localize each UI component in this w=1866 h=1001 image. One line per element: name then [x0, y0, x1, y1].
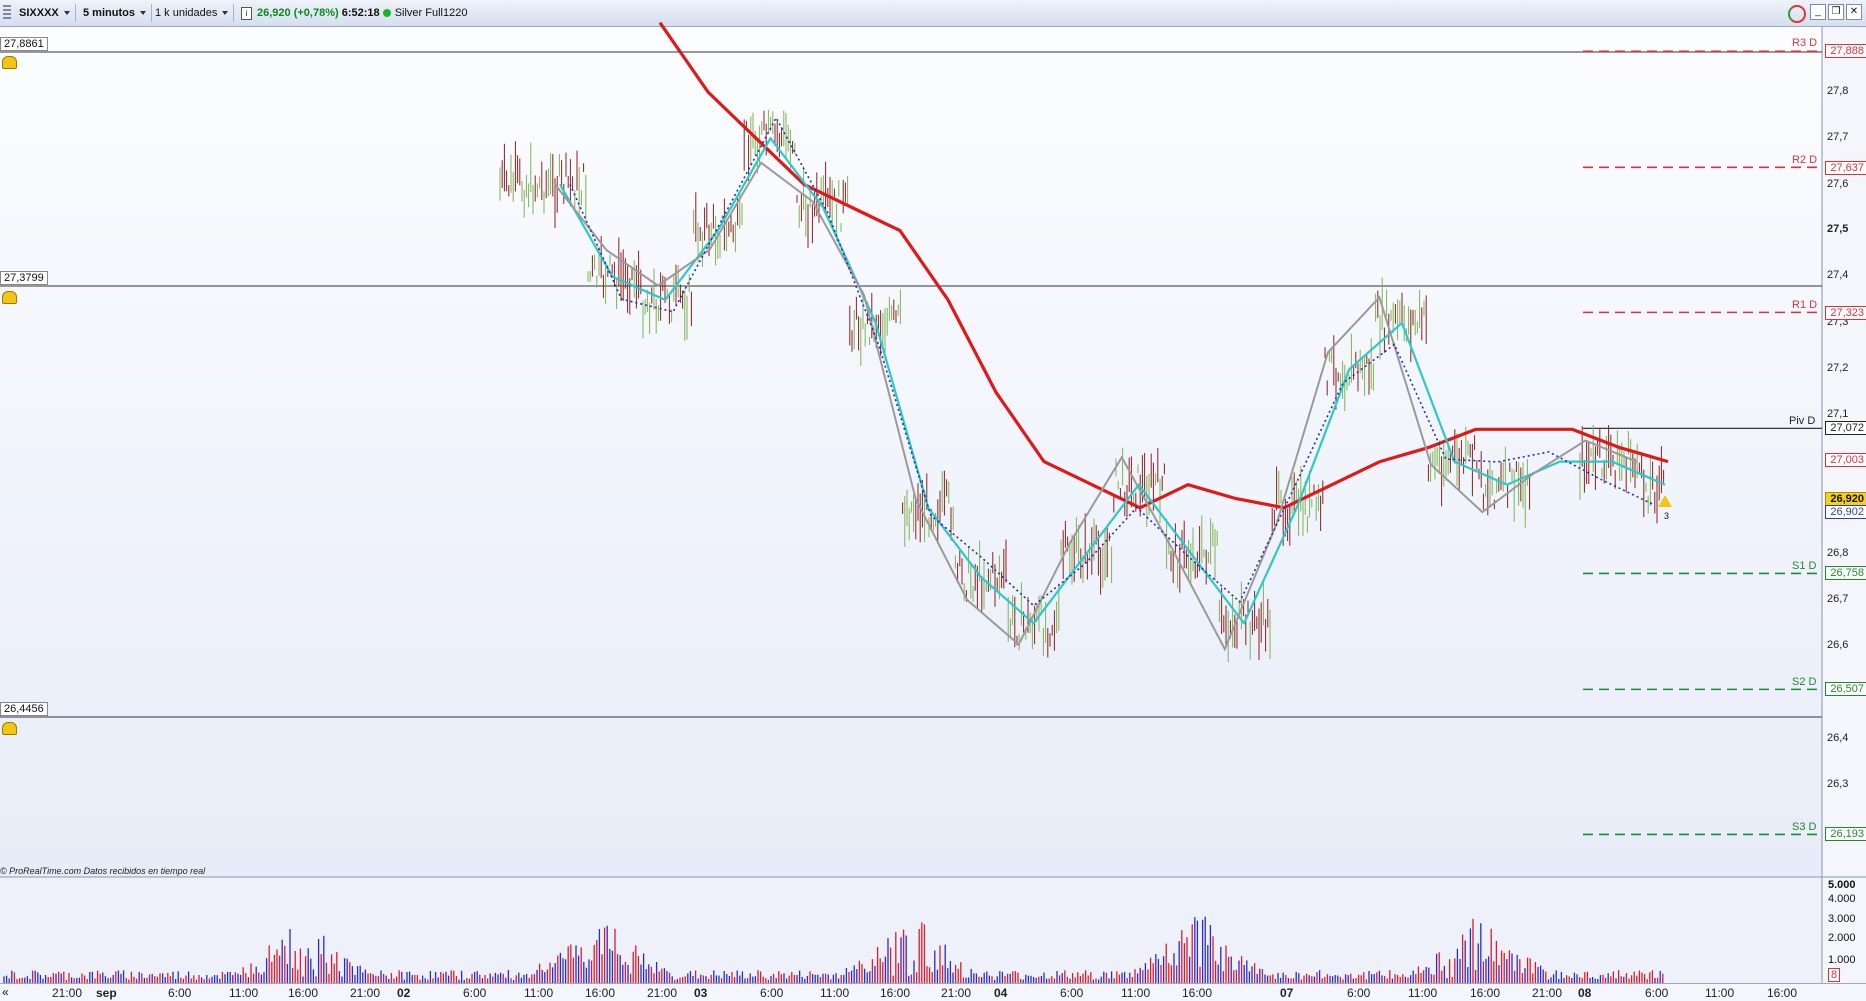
x-axis-label: 16:00: [880, 986, 911, 1000]
alert-bell-icon[interactable]: [2, 56, 17, 69]
x-axis-label: 08: [1578, 986, 1592, 1000]
y-tick: 27,7: [1827, 131, 1849, 143]
x-axis-label: 16:00: [585, 986, 616, 1000]
x-axis-label: 11:00: [1705, 986, 1735, 1000]
hline-label-1[interactable]: 27,8861: [0, 37, 48, 51]
price-tag-blue: 26,902: [1825, 505, 1866, 519]
y-tick: 27,2: [1827, 362, 1849, 374]
price-tag-red-ma: 27,003: [1825, 453, 1866, 467]
x-axis-label: 6:00: [760, 986, 784, 1000]
price-chart[interactable]: [0, 0, 1866, 1000]
y-tick: 26,6: [1827, 639, 1849, 651]
y-tick: 26,4: [1827, 732, 1849, 744]
price-tag-last: 26,920: [1825, 492, 1866, 506]
pivot-label-r1: R1 D: [1792, 299, 1818, 311]
pivot-label-s2: S2 D: [1792, 676, 1817, 688]
y-tick: 26,8: [1827, 547, 1849, 559]
volume-tick: 2.000: [1828, 932, 1856, 944]
pivot-value-piv: 27,072: [1825, 421, 1866, 435]
pivot-label-piv: Piv D: [1789, 415, 1816, 427]
x-axis-label: 6:00: [168, 986, 192, 1000]
volume-background: [0, 878, 1822, 983]
y-tick: 27,1: [1827, 408, 1849, 420]
volume-tick: 4.000: [1828, 893, 1856, 905]
y-tick: 27,4: [1827, 269, 1849, 281]
x-axis-label: 21:00: [1532, 986, 1563, 1000]
pivot-label-s1: S1 D: [1792, 560, 1817, 572]
pivot-value-s2: 26,507: [1825, 682, 1866, 696]
x-axis-label: 16:00: [1182, 986, 1213, 1000]
pivot-label-s3: S3 D: [1792, 821, 1817, 833]
pivot-value-s1: 26,758: [1825, 566, 1866, 580]
x-axis-label: 6:00: [1645, 986, 1669, 1000]
volume-tick: 5.000: [1828, 879, 1856, 891]
volume-tick: 3.000: [1828, 913, 1856, 925]
x-axis-label: 02: [397, 986, 411, 1000]
alert-bell-icon[interactable]: [2, 722, 17, 735]
data-source-note: © ProRealTime.com Datos recibidos en tie…: [0, 866, 206, 876]
x-axis-label: 11:00: [1121, 986, 1151, 1000]
volume-last-tag: 8: [1828, 968, 1841, 982]
x-axis-label: 21:00: [350, 986, 381, 1000]
x-axis-label: 11:00: [1408, 986, 1438, 1000]
x-axis-label: 6:00: [463, 986, 487, 1000]
hline-label-3[interactable]: 26,4456: [0, 702, 48, 716]
x-axis-label: 21:00: [941, 986, 972, 1000]
y-tick: 26,3: [1827, 778, 1849, 790]
x-axis-label: 21:00: [647, 986, 678, 1000]
pivot-label-r3: R3 D: [1792, 37, 1818, 49]
pivot-label-r2: R2 D: [1792, 154, 1818, 166]
x-axis-label: 11:00: [820, 986, 850, 1000]
pivot-value-r2: 27,637: [1825, 161, 1866, 175]
x-axis-label: 11:00: [229, 986, 259, 1000]
y-tick: 27,5: [1827, 223, 1849, 235]
x-axis-label: 11:00: [524, 986, 554, 1000]
time-axis[interactable]: « 21:00 sep 6:00 11:00 16:00 21:00 02 6:00 11:00…: [0, 983, 1866, 1001]
volume-tick: 1.000: [1828, 954, 1856, 966]
x-axis-label: 21:00: [52, 986, 83, 1000]
alert-bell-icon[interactable]: [2, 291, 17, 304]
pivot-value-s3: 26,193: [1825, 827, 1866, 841]
x-axis-label: 6:00: [1060, 986, 1084, 1000]
pivot-value-r3: 27,888: [1825, 44, 1866, 58]
x-axis-label: 6:00: [1347, 986, 1371, 1000]
x-axis-label: 04: [994, 986, 1008, 1000]
y-tick: 26,7: [1827, 593, 1849, 605]
x-axis-label: 07: [1280, 986, 1294, 1000]
x-axis-label: 03: [694, 986, 708, 1000]
x-axis-label: 16:00: [1470, 986, 1501, 1000]
scroll-left-icon[interactable]: «: [2, 985, 9, 999]
y-tick: 27,6: [1827, 178, 1849, 190]
x-axis-label: 16:00: [1767, 986, 1798, 1000]
x-axis-label: sep: [96, 986, 117, 1000]
alert-triangle-icon[interactable]: [1658, 495, 1672, 507]
alert-counter: 3: [1664, 511, 1670, 521]
y-tick: 27,8: [1827, 85, 1849, 97]
pivot-value-r1: 27,323: [1825, 306, 1866, 320]
x-axis-label: 16:00: [288, 986, 319, 1000]
hline-label-2[interactable]: 27,3799: [0, 271, 48, 285]
